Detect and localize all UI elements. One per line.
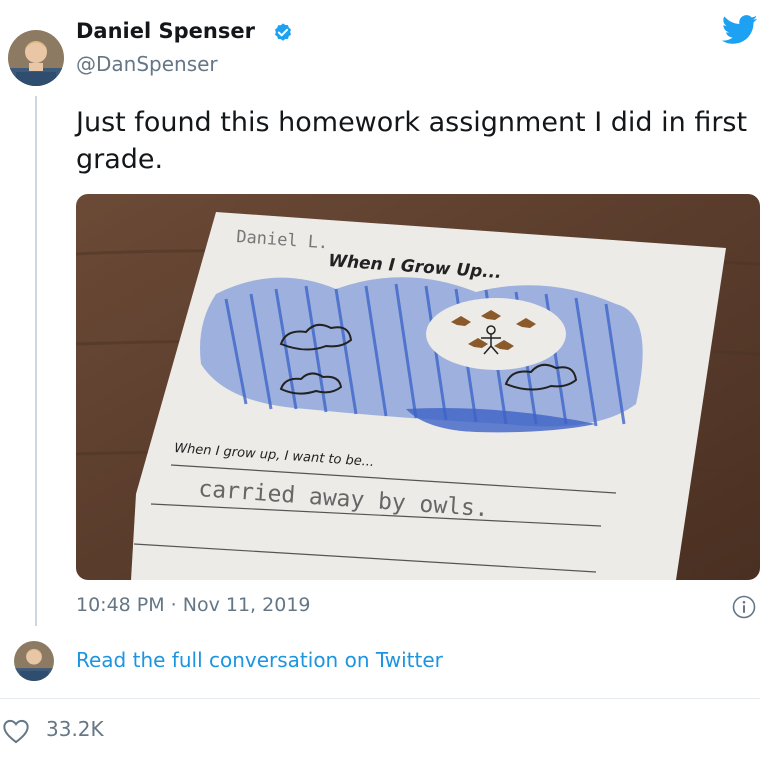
tweet-timestamp[interactable]: 10:48 PM · Nov 11, 2019 [76,594,311,616]
heart-icon[interactable] [2,718,30,744]
twitter-bird-icon[interactable] [722,14,758,46]
author-handle[interactable]: @DanSpenser [76,52,218,76]
tweet-text: Just found this homework assignment I di… [76,107,748,175]
read-conversation-link[interactable]: Read the full conversation on Twitter [76,648,443,672]
verified-badge-icon [275,23,291,41]
footer-divider [0,698,760,699]
thread-line [35,96,37,626]
reply-avatar[interactable] [14,641,54,681]
like-count: 33.2K [46,717,104,741]
info-icon[interactable] [732,595,756,619]
tweet-media-image[interactable]: Daniel L. When I Grow Up... When I grow … [76,194,760,580]
author-name[interactable]: Daniel Spenser [76,19,255,43]
author-avatar[interactable] [8,30,64,86]
